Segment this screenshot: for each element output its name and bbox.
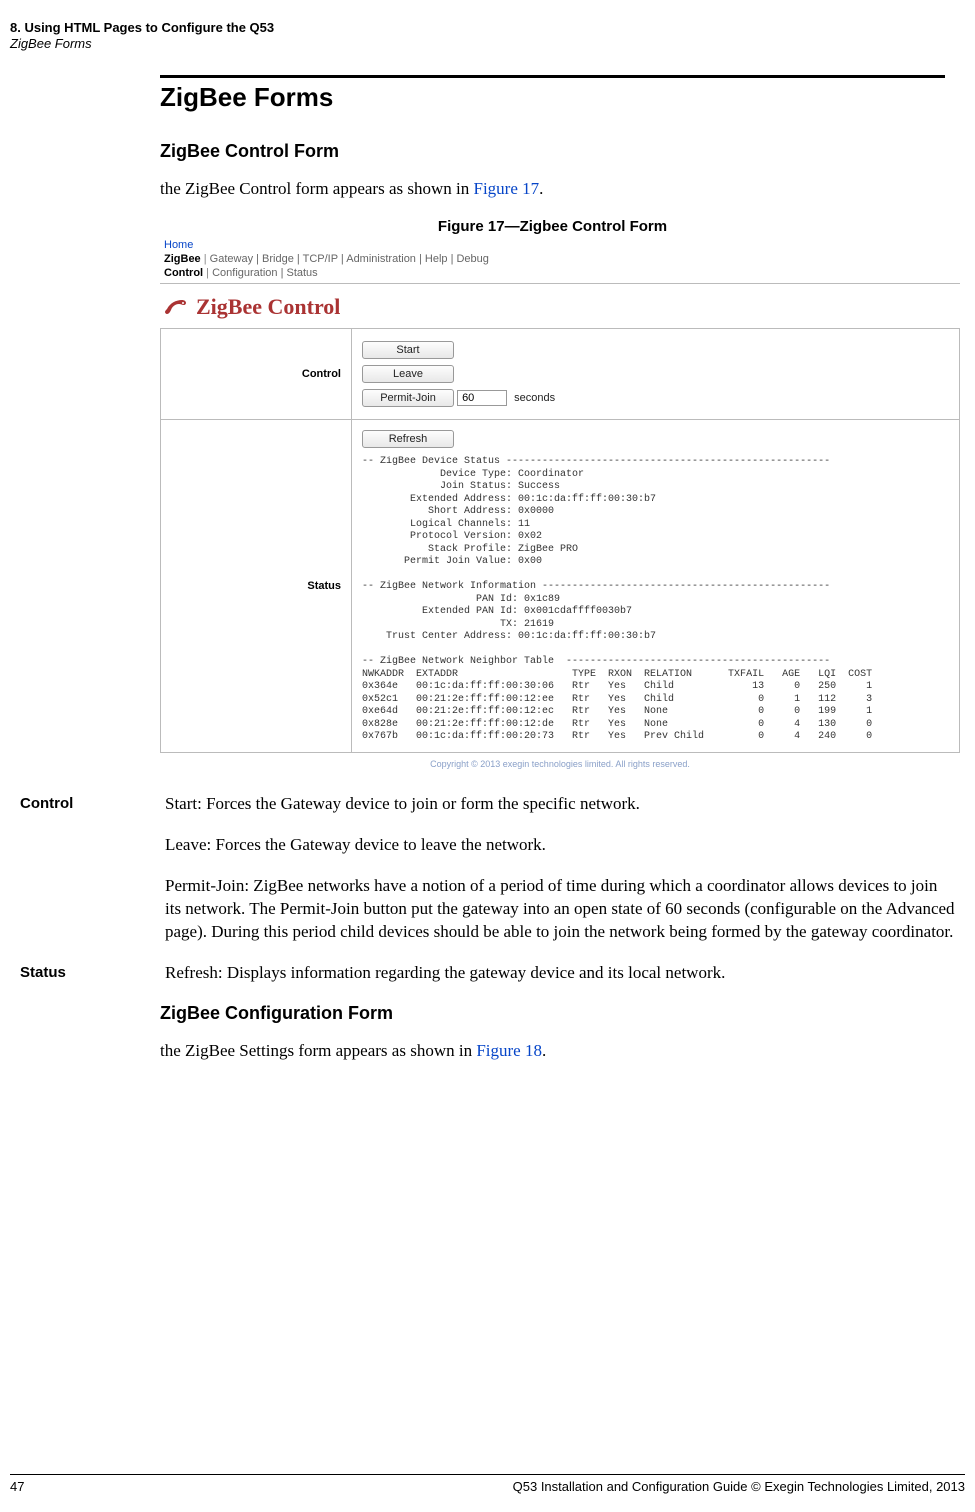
row-body-control: Start Leave Permit-Join 60 seconds — [352, 329, 960, 420]
breadcrumb-home-link[interactable]: Home — [164, 239, 193, 251]
start-button[interactable]: Start — [362, 341, 454, 359]
page-footer: 47 Q53 Installation and Configuration Gu… — [10, 1474, 965, 1494]
intro-text-pre: the ZigBee Control form appears as shown… — [160, 179, 474, 198]
page-number: 47 — [10, 1479, 24, 1494]
subsection-title-config-form: ZigBee Configuration Form — [160, 1003, 945, 1024]
running-header-section: ZigBee Forms — [10, 36, 945, 52]
running-header-chapter: 8. Using HTML Pages to Configure the Q53 — [10, 20, 945, 36]
control-start-text: Start: Forces the Gateway device to join… — [165, 793, 955, 816]
figure-17-link[interactable]: Figure 17 — [474, 179, 540, 198]
leave-button[interactable]: Leave — [362, 365, 454, 383]
breadcrumb-level1-rest[interactable]: Gateway | Bridge | TCP/IP | Administrati… — [210, 253, 489, 265]
def-term-status: Status — [20, 962, 165, 981]
lizard-icon — [164, 295, 188, 319]
panel-title-row: ZigBee Control — [164, 294, 960, 320]
screenshot-copyright: Copyright © 2013 exegin technologies lim… — [160, 759, 960, 769]
intro-paragraph-1: the ZigBee Control form appears as shown… — [160, 178, 945, 201]
control-permit-join-text: Permit-Join: ZigBee networks have a noti… — [165, 875, 955, 944]
refresh-button[interactable]: Refresh — [362, 430, 454, 448]
figure-18-link[interactable]: Figure 18 — [476, 1041, 542, 1060]
intro2-text-post: . — [542, 1041, 546, 1060]
breadcrumb-level2-rest[interactable]: Configuration | Status — [212, 267, 318, 279]
zigbee-control-table: Control Start Leave Permit-Join 60 secon… — [160, 328, 960, 753]
def-term-control: Control — [20, 793, 165, 812]
permit-join-button[interactable]: Permit-Join — [362, 389, 454, 407]
breadcrumb-zigbee-active[interactable]: ZigBee — [164, 253, 201, 265]
permit-join-unit-label: seconds — [514, 392, 555, 404]
row-label-control: Control — [161, 329, 352, 420]
row-body-status: Refresh -- ZigBee Device Status --------… — [352, 420, 960, 753]
breadcrumb-home-row: Home — [164, 239, 960, 251]
intro-text-post: . — [539, 179, 543, 198]
screenshot-divider — [160, 283, 960, 284]
control-leave-text: Leave: Forces the Gateway device to leav… — [165, 834, 955, 857]
row-label-status: Status — [161, 420, 352, 753]
subsection-title-control-form: ZigBee Control Form — [160, 141, 945, 162]
status-refresh-text: Refresh: Displays information regarding … — [165, 962, 955, 985]
intro2-text-pre: the ZigBee Settings form appears as show… — [160, 1041, 476, 1060]
def-body-control: Start: Forces the Gateway device to join… — [165, 793, 955, 944]
status-output: -- ZigBee Device Status ----------------… — [362, 456, 949, 744]
breadcrumb-level2: Control | Configuration | Status — [164, 267, 960, 279]
running-header: 8. Using HTML Pages to Configure the Q53… — [10, 20, 945, 53]
panel-title-text: ZigBee Control — [196, 294, 340, 320]
section-rule — [160, 75, 945, 78]
breadcrumb-level1: ZigBee | Gateway | Bridge | TCP/IP | Adm… — [164, 253, 960, 265]
section-title: ZigBee Forms — [160, 82, 945, 113]
footer-text: Q53 Installation and Configuration Guide… — [513, 1479, 965, 1494]
figure-17-screenshot: Home ZigBee | Gateway | Bridge | TCP/IP … — [160, 239, 960, 769]
def-body-status: Refresh: Displays information regarding … — [165, 962, 955, 985]
breadcrumb-control-active[interactable]: Control — [164, 267, 203, 279]
intro-paragraph-2: the ZigBee Settings form appears as show… — [160, 1040, 945, 1063]
permit-join-seconds-input[interactable]: 60 — [457, 390, 507, 406]
figure-17-caption: Figure 17—Zigbee Control Form — [160, 218, 945, 235]
